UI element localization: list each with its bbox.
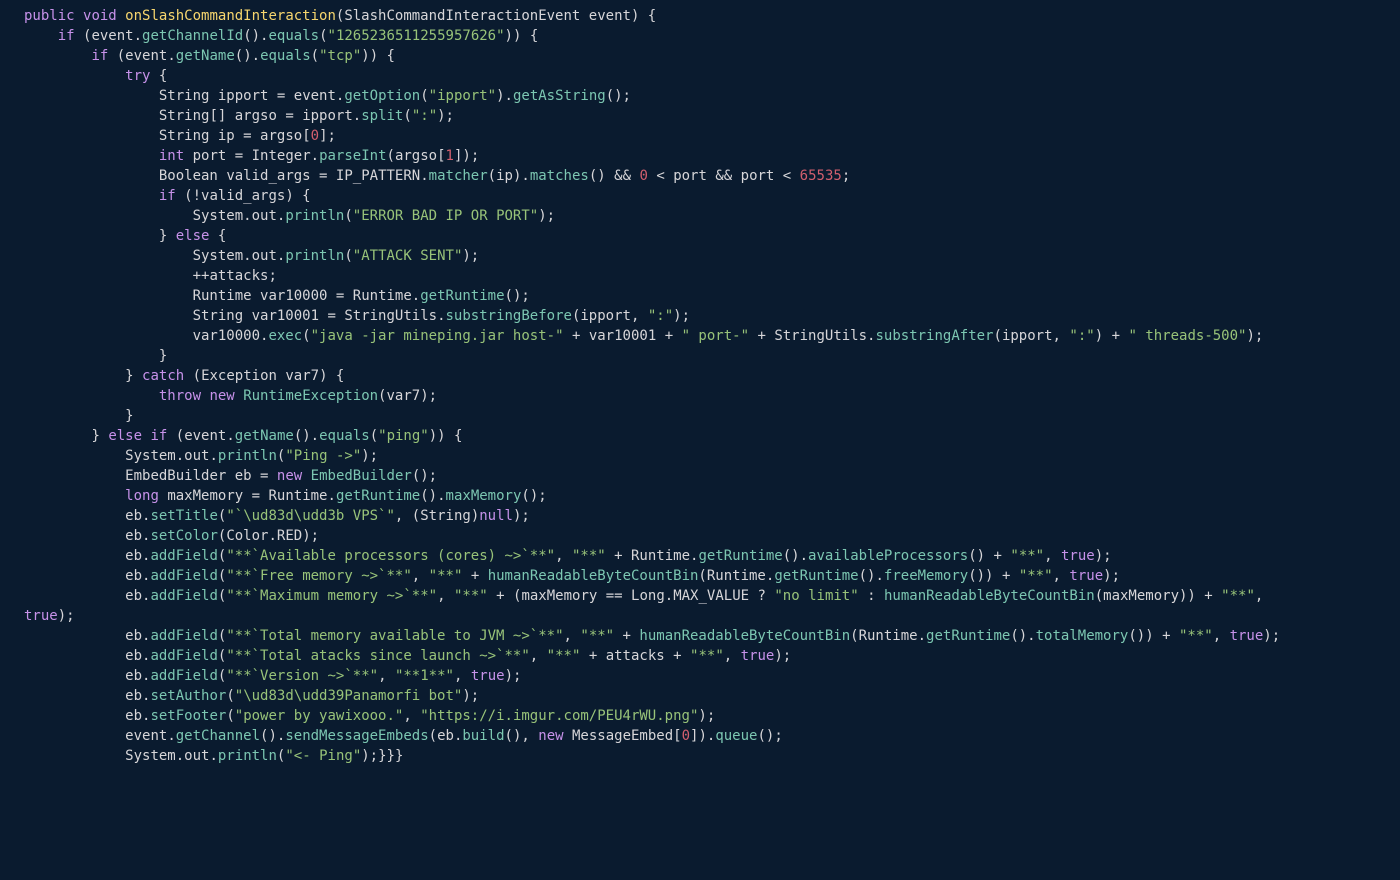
- star2-3: **: [437, 568, 454, 584]
- exec-prefix: java -jar mineping.jar host-: [319, 328, 555, 344]
- star2-2: **: [1019, 548, 1036, 564]
- param-name: event: [589, 8, 631, 24]
- footer-url: https://i.imgur.com/PEU4rWU.png: [429, 708, 690, 724]
- star2-5: **: [462, 588, 479, 604]
- star2-1: **: [580, 548, 597, 564]
- no-limit: no limit: [783, 588, 850, 604]
- author-lit: \ud83d\udd39Panamorfi bot: [243, 688, 454, 704]
- zero-2: 0: [682, 728, 690, 744]
- field-attacks: **`Total atacks since launch ~>`**: [235, 648, 522, 664]
- idx-0: 0: [311, 128, 319, 144]
- split-colon: :: [420, 108, 428, 124]
- title-lit: `\ud83d\udd3b VPS`: [235, 508, 387, 524]
- exec-port: port-: [690, 328, 741, 344]
- colon-lit-1: :: [656, 308, 664, 324]
- method-name: onSlashCommandInteraction: [125, 8, 336, 24]
- exec-threads: threads-500: [1137, 328, 1238, 344]
- code-block: public void onSlashCommandInteraction(Sl…: [0, 0, 1400, 766]
- option-ipport: ipport: [437, 88, 488, 104]
- channel-id: 1265236511255957626: [336, 28, 496, 44]
- ping-done: <- Ping: [294, 748, 353, 764]
- field-total: **`Total memory available to JVM ~>`**: [235, 628, 555, 644]
- field-cores: **`Available processors (cores) ~>`**: [235, 548, 547, 564]
- port-max: 65535: [800, 168, 842, 184]
- param-type: SlashCommandInteractionEvent: [344, 8, 580, 24]
- cmd-tcp: tcp: [328, 48, 353, 64]
- star2-7: **: [589, 628, 606, 644]
- star2-10: **: [698, 648, 715, 664]
- cmd-ping: ping: [387, 428, 421, 444]
- ping-out: Ping ->: [294, 448, 353, 464]
- idx-1: 1: [446, 148, 454, 164]
- star2-9: **: [555, 648, 572, 664]
- attack-msg: ATTACK SENT: [361, 248, 454, 264]
- field-version: **`Version ~>`**: [235, 668, 370, 684]
- field-max: **`Maximum memory ~>`**: [235, 588, 429, 604]
- version-val: **1**: [403, 668, 445, 684]
- error-msg: ERROR BAD IP OR PORT: [361, 208, 530, 224]
- star2-4: **: [1027, 568, 1044, 584]
- colon-lit-2: :: [1078, 328, 1086, 344]
- star2-6: **: [1230, 588, 1247, 604]
- footer-text: power by yawixooo.: [243, 708, 395, 724]
- zero: 0: [639, 168, 647, 184]
- star2-8: **: [1187, 628, 1204, 644]
- field-free: **`Free memory ~>`**: [235, 568, 404, 584]
